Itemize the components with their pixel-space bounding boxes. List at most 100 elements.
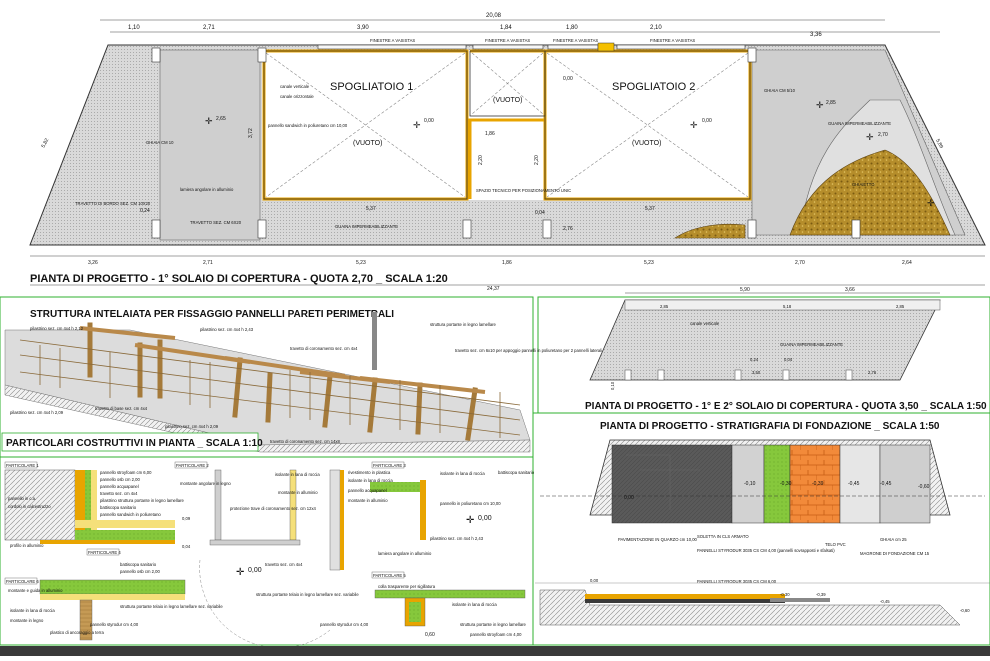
detail2-label-b: isolante in lana di roccia xyxy=(275,472,320,477)
detail-tag-4: PARTICOLARE 4 xyxy=(88,550,121,555)
level-276: 2,76 xyxy=(563,226,573,232)
level-mark-icon: ✛ xyxy=(466,515,474,526)
detail1-label-e: pilastrino struttura portante in legno l… xyxy=(100,498,184,503)
detail6-label-c: pannello osb cm 2,00 xyxy=(120,569,160,574)
found-level-c: -0,30 xyxy=(780,481,792,487)
section-level-1: -0,30 xyxy=(780,592,790,597)
dim-bottom-7: 2,64 xyxy=(902,260,912,266)
detail1-label-d: travetto sez. cm 4x4 xyxy=(100,491,138,496)
found-label-f: GHIAIA cm 25 xyxy=(880,537,907,542)
dim-bottom-4: 1,86 xyxy=(502,260,512,266)
section-level-3: -0,45 xyxy=(880,599,890,604)
dim-220b: 2,20 xyxy=(534,155,540,165)
label-ghiaia-right: GHIAIA CM 5/10 xyxy=(764,88,796,93)
details-title: PARTICOLARI COSTRUTTIVI IN PIANTA _ SCAL… xyxy=(6,438,263,449)
detail4-label-b: pannello in poliuretano cm 10,00 xyxy=(440,501,501,506)
label-guaina: GUAINA IMPERMEABILIZZANTE xyxy=(335,224,398,229)
dim-top-3: 3,90 xyxy=(357,25,369,31)
detail1-label-j: profilo in alluminio xyxy=(10,543,44,548)
found-label-d: PANNELLI STYRODUR 3035 CS CM 6,00 xyxy=(697,579,777,584)
found-label-c: PANNELLI STYRODUR 3035 CS CM 4,00 (panne… xyxy=(697,548,835,553)
dim-bottom-total: 24,37 xyxy=(487,286,500,292)
level-270: 2,70 xyxy=(878,132,888,138)
dim-top-4: 1,84 xyxy=(500,25,512,31)
label-pannello-sandwich: pannello sandwich in poliuretano cm 10,0… xyxy=(268,123,348,128)
found-level-e: -0,45 xyxy=(848,481,860,487)
frame-label-i: travetto di coronamento sez. cm 14x8 xyxy=(270,439,340,444)
dim-537-b: 5,37 xyxy=(645,206,655,212)
detail3-label-a: rivestimento in plastica xyxy=(348,470,391,475)
detail3-level: 0,00 xyxy=(478,515,492,522)
dim-top-2: 2,71 xyxy=(203,25,215,31)
plan2-level-d: 2,76 xyxy=(868,370,877,375)
detail5-label-a: colla trasparente per sigillatura xyxy=(378,584,436,589)
found-level-f: -0,45 xyxy=(880,481,892,487)
plan2-dim-e: 2,85 xyxy=(896,304,905,309)
detail3-label-b: isolante in lana di roccia xyxy=(348,478,393,483)
level-000a: 0,00 xyxy=(424,118,434,124)
detail-tag-1: PARTICOLARE 1 xyxy=(6,463,39,468)
plan2-level-a: 0,24 xyxy=(750,357,759,362)
level-mark-icon: ✛ xyxy=(690,120,698,130)
frame-structure: STRUTTURA INTELAIATA PER FISSAGGIO PANNE… xyxy=(4,309,654,453)
window-label-4: FINESTRE A VASISTAS xyxy=(650,38,695,43)
detail4-label-a: isolante in lana di roccia xyxy=(440,471,485,476)
label-trav-bordo: TRAVETTO DI BORDO SEZ. CM 10X20 xyxy=(75,201,151,206)
found-level-d: -0,39 xyxy=(812,481,824,487)
plan2-level-c: 3,50 xyxy=(752,370,761,375)
detail6-label-b: battiscopa sanitario xyxy=(120,562,157,567)
detail1-label-i: pannello in c.a. xyxy=(8,496,36,501)
dim-186: 1,86 xyxy=(485,131,495,137)
detail4-label-e: battiscopa sanitario xyxy=(498,470,535,475)
dim-top-5: 1,80 xyxy=(566,25,578,31)
plan-2-roof: 5,90 3,66 2,85 5,18 2,85 canale vertical… xyxy=(585,287,987,412)
label-trav-6x20: TRAVETTO SEZ. CM 6X20 xyxy=(190,220,242,225)
detail2-dim-1: 0,09 xyxy=(182,516,191,521)
bottom-bar xyxy=(0,646,990,656)
drawing-canvas: 20,08 1,10 2,71 3,90 1,84 1,80 2,10 3,36 xyxy=(0,13,990,649)
detail2-dim-2: 0,04 xyxy=(182,544,191,549)
label-tiny-2: canale orizzontale xyxy=(280,94,314,99)
dim-372: 3,72 xyxy=(248,128,254,138)
plan2-dim-c: 2,85 xyxy=(660,304,669,309)
detail2-label-g: pannello styrodur cm 4,00 xyxy=(320,622,369,627)
level-000c: 0,00 xyxy=(563,76,573,82)
dim-bottom-5: 5,23 xyxy=(644,260,654,266)
drawing-sheet: 20,08 1,10 2,71 3,90 1,84 1,80 2,10 3,36 xyxy=(0,0,990,656)
label-guaina-right: GUAINA IMPERMEABILIZZANTE xyxy=(828,121,891,126)
found-level-g: -0,60 xyxy=(918,484,930,490)
dim-top-1: 1,10 xyxy=(128,25,140,31)
level-004: 0,04 xyxy=(535,210,545,216)
level-mark-icon: ✛ xyxy=(866,132,874,142)
detail1-label-g: pannello sandwich in poliuretano xyxy=(100,512,161,517)
plan2-dim-d: 5,18 xyxy=(783,304,792,309)
dim-left: 5,82 xyxy=(40,137,50,149)
plan-2-title: PIANTA DI PROGETTO - 1° E 2° SOLAIO DI C… xyxy=(585,401,987,412)
section-level-4: -0,60 xyxy=(960,608,970,613)
plan-1-title: PIANTA DI PROGETTO - 1° SOLAIO DI COPERT… xyxy=(30,273,448,285)
label-lamiera: lamiera angolare in alluminio xyxy=(180,187,234,192)
detail6-label-e: isolante in lana di roccia xyxy=(10,608,55,613)
section-level-0: 0,00 xyxy=(590,578,599,583)
level-265: 2,65 xyxy=(216,116,226,122)
room-label-2: SPOGLIATOIO 2 xyxy=(612,81,695,93)
dim-total-top: 20,08 xyxy=(486,13,502,19)
foundation-panel: PIANTA DI PROGETTO - STRATIGRAFIA DI FON… xyxy=(535,421,990,626)
level-024: 0,24 xyxy=(140,208,150,214)
found-label-b: SOLETTA IN CLS ARMATO xyxy=(697,534,749,539)
plan2-dim-a: 5,90 xyxy=(740,287,750,293)
detail4-label-c: pilastrino sez. cm 4x4 h 2,43 xyxy=(430,536,484,541)
plan2-dim-b: 3,66 xyxy=(845,287,855,293)
window-label-3: FINESTRE A VASISTAS xyxy=(553,38,598,43)
frame-label-a: pilastrino sez. cm 4x4 h 2,12 xyxy=(30,326,84,331)
detail1-label-f: battiscopa sanitario xyxy=(100,505,137,510)
detail2-level: 0,00 xyxy=(248,567,262,574)
plan2-label-guaina: GUAINA IMPERMEABILIZZANTE xyxy=(780,342,843,347)
level-mark-icon: ✛ xyxy=(413,120,421,130)
detail6-label-g: pannello styrodur cm 4,00 xyxy=(90,622,139,627)
detail2-label-e: travetto sez. cm 4x4 xyxy=(265,562,303,567)
detail1-label-a: pannello stroyfoam cm 6,00 xyxy=(100,470,152,475)
foundation-title: PIANTA DI PROGETTO - STRATIGRAFIA DI FON… xyxy=(600,421,940,432)
detail5-label-b: isolante in lana di roccia xyxy=(452,602,497,607)
details-panel: PARTICOLARI COSTRUTTIVI IN PIANTA _ SCAL… xyxy=(1,432,535,649)
